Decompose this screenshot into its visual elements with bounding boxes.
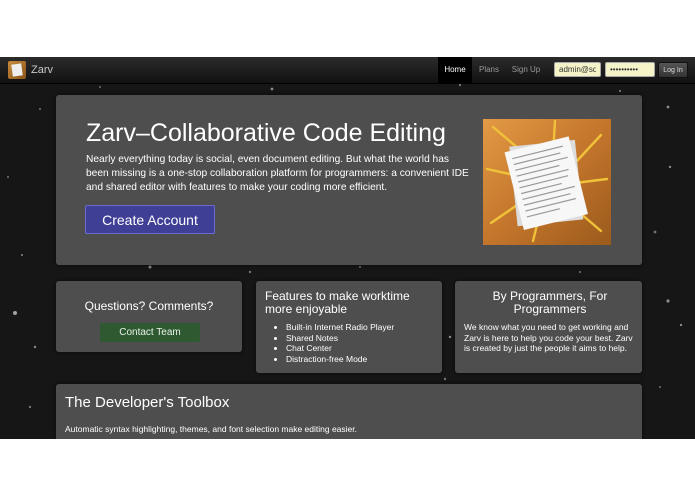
nav-home[interactable]: Home bbox=[438, 57, 472, 83]
hero-title: Zarv–Collaborative Code Editing bbox=[86, 119, 446, 147]
brand-name: Zarv bbox=[31, 64, 53, 76]
top-navbar: Zarv Home Plans Sign Up Log In bbox=[0, 57, 695, 84]
password-input[interactable] bbox=[605, 62, 655, 77]
contact-team-button[interactable]: Contact Team bbox=[100, 323, 200, 342]
documents-with-pencils-image bbox=[483, 119, 611, 245]
toolbox-description: Automatic syntax highlighting, themes, a… bbox=[65, 424, 358, 434]
contact-panel: Questions? Comments? Contact Team bbox=[56, 281, 242, 352]
username-input[interactable] bbox=[554, 62, 601, 77]
hero-panel: Zarv–Collaborative Code Editing Nearly e… bbox=[56, 95, 642, 265]
log-in-button[interactable]: Log In bbox=[658, 62, 688, 78]
programmers-title: By Programmers, For Programmers bbox=[492, 289, 608, 316]
nav-sign-up[interactable]: Sign Up bbox=[508, 57, 544, 83]
list-item: Chat Center bbox=[286, 343, 394, 354]
features-panel: Features to make worktime more enjoyable… bbox=[256, 281, 442, 373]
features-list: Built-in Internet Radio Player Shared No… bbox=[274, 322, 394, 364]
zarv-logo-icon bbox=[8, 61, 26, 79]
page-viewport: Zarv Home Plans Sign Up Log In Zarv–Coll… bbox=[0, 57, 695, 439]
nav-plans[interactable]: Plans bbox=[474, 57, 504, 83]
programmers-panel: By Programmers, For Programmers We know … bbox=[455, 281, 642, 373]
toolbox-title: The Developer's Toolbox bbox=[65, 394, 230, 411]
programmers-description: We know what you need to get working and… bbox=[464, 322, 633, 353]
list-item: Built-in Internet Radio Player bbox=[286, 322, 394, 333]
toolbox-panel: The Developer's Toolbox Automatic syntax… bbox=[56, 384, 642, 439]
list-item: Distraction-free Mode bbox=[286, 354, 394, 365]
contact-title: Questions? Comments? bbox=[84, 299, 214, 313]
list-item: Shared Notes bbox=[286, 333, 394, 344]
brand[interactable]: Zarv bbox=[8, 61, 53, 79]
hero-description: Nearly everything today is social, even … bbox=[86, 154, 469, 193]
create-account-button[interactable]: Create Account bbox=[85, 205, 215, 234]
features-title: Features to make worktime more enjoyable bbox=[265, 289, 410, 316]
